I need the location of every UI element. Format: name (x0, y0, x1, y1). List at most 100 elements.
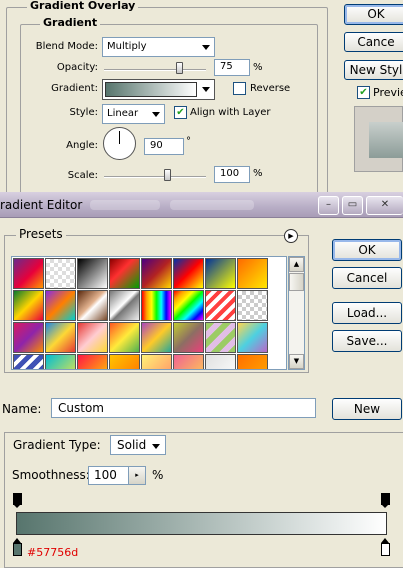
scale-slider-track[interactable] (104, 176, 206, 178)
new-button[interactable]: New (332, 398, 402, 420)
color-stop-left[interactable] (13, 538, 22, 556)
preset-swatch[interactable] (205, 290, 236, 321)
gradient-type-label: Gradient Type: (13, 438, 105, 452)
blend-mode-select[interactable]: Multiply (102, 37, 215, 57)
smoothness-input[interactable]: 100 (88, 466, 128, 485)
angle-unit: ° (186, 136, 191, 147)
restore-button[interactable]: ▭ (342, 196, 363, 215)
align-with-layer-checkbox[interactable]: ✔ (174, 106, 187, 119)
scroll-thumb[interactable] (289, 273, 304, 291)
gradient-preview-picker[interactable] (102, 79, 215, 100)
preset-swatch[interactable] (141, 354, 172, 369)
scroll-down-button[interactable]: ▼ (289, 354, 304, 369)
gradient-type-select[interactable]: Solid (110, 435, 166, 455)
new-label: New (353, 402, 381, 416)
opacity-unit: % (253, 62, 263, 73)
preset-swatch[interactable] (237, 354, 268, 369)
name-label: Name: (2, 402, 42, 416)
ge-ok-button[interactable]: OK (332, 239, 402, 261)
preset-swatch[interactable] (45, 258, 76, 289)
gradient-overlay-title: Gradient Overlay (27, 0, 139, 12)
new-style-button-label: New Styl (349, 63, 403, 77)
close-button[interactable]: ✕ (366, 196, 403, 215)
ghost-title-1 (90, 200, 160, 210)
style-value: Linear (107, 108, 139, 119)
gradient-bar[interactable] (16, 512, 387, 535)
preset-swatch[interactable] (77, 290, 108, 321)
scroll-up-button[interactable]: ▲ (289, 257, 304, 272)
scale-input[interactable]: 100 (214, 166, 250, 183)
gradient-section-title: Gradient (40, 16, 101, 29)
save-label: Save... (346, 334, 388, 348)
opacity-stop-right[interactable] (381, 493, 390, 508)
preset-swatch[interactable] (141, 290, 172, 321)
preset-swatch[interactable] (141, 258, 172, 289)
layer-style-dialog: Gradient Overlay Gradient Blend Mode: Mu… (0, 0, 403, 200)
style-select[interactable]: Linear (102, 104, 165, 124)
preset-swatch[interactable] (205, 322, 236, 353)
preset-swatch[interactable] (77, 258, 108, 289)
gradient-label: Gradient: (51, 83, 98, 94)
preset-swatch[interactable] (205, 258, 236, 289)
preset-swatch[interactable] (237, 258, 268, 289)
chevron-down-icon (202, 45, 210, 50)
ok-button-label: OK (367, 7, 385, 21)
preset-swatch[interactable] (205, 354, 236, 369)
preset-swatch[interactable] (109, 322, 140, 353)
angle-dial[interactable] (103, 127, 136, 160)
cancel-button-label: Cance (357, 35, 395, 49)
preset-swatch[interactable] (237, 322, 268, 353)
preset-swatch[interactable] (45, 290, 76, 321)
new-style-button[interactable]: New Styl (344, 60, 403, 80)
chevron-down-icon (152, 444, 160, 449)
preset-swatch[interactable] (173, 322, 204, 353)
preset-swatch[interactable] (173, 354, 204, 369)
preset-swatch[interactable] (109, 290, 140, 321)
load-label: Load... (346, 306, 388, 320)
ge-cancel-button[interactable]: Cancel (332, 267, 402, 289)
chevron-down-icon (152, 112, 160, 117)
smoothness-dropdown-button[interactable]: ▸ (128, 466, 146, 485)
name-input[interactable]: Custom (51, 398, 316, 418)
preview-checkbox[interactable]: ✔ (357, 86, 370, 99)
presets-scrollbar[interactable]: ▲ ▼ (288, 256, 305, 370)
preview-label: Previe (373, 86, 403, 99)
preset-swatch[interactable] (173, 290, 204, 321)
gradient-preview-bar (105, 82, 197, 97)
preset-swatch[interactable] (45, 322, 76, 353)
window-title: radient Editor (0, 198, 83, 212)
gradient-editor-titlebar[interactable]: radient Editor – ▭ ✕ (0, 192, 403, 218)
opacity-slider-track[interactable] (104, 69, 206, 71)
preset-swatch[interactable] (141, 322, 172, 353)
angle-input[interactable]: 90 (144, 138, 184, 155)
preset-swatch[interactable] (173, 258, 204, 289)
preset-swatch[interactable] (45, 354, 76, 369)
reverse-checkbox[interactable] (233, 82, 246, 95)
scale-label: Scale: (67, 170, 98, 181)
preset-swatch[interactable] (77, 322, 108, 353)
preset-swatches-grid (11, 256, 287, 370)
ok-button[interactable]: OK (344, 4, 403, 25)
scale-slider-thumb[interactable] (164, 169, 171, 181)
opacity-label: Opacity: (56, 62, 98, 73)
blend-mode-label: Blend Mode: (35, 41, 98, 52)
preset-swatch[interactable] (13, 322, 44, 353)
preset-swatch[interactable] (13, 290, 44, 321)
opacity-slider-thumb[interactable] (176, 62, 183, 74)
color-stop-right[interactable] (381, 538, 390, 556)
save-button[interactable]: Save... (332, 330, 402, 352)
preset-swatch[interactable] (109, 354, 140, 369)
cancel-button[interactable]: Cance (344, 32, 403, 52)
preset-swatch[interactable] (237, 290, 268, 321)
preset-swatch[interactable] (109, 258, 140, 289)
load-button[interactable]: Load... (332, 302, 402, 324)
minimize-button[interactable]: – (318, 196, 339, 215)
angle-dial-needle (119, 131, 120, 144)
preset-swatch[interactable] (77, 354, 108, 369)
chevron-down-icon (202, 87, 210, 92)
preset-swatch[interactable] (13, 354, 44, 369)
opacity-stop-left[interactable] (13, 493, 22, 508)
opacity-input[interactable]: 75 (214, 59, 250, 76)
preset-swatch[interactable] (13, 258, 44, 289)
presets-menu-icon[interactable]: ▶ (284, 229, 298, 243)
